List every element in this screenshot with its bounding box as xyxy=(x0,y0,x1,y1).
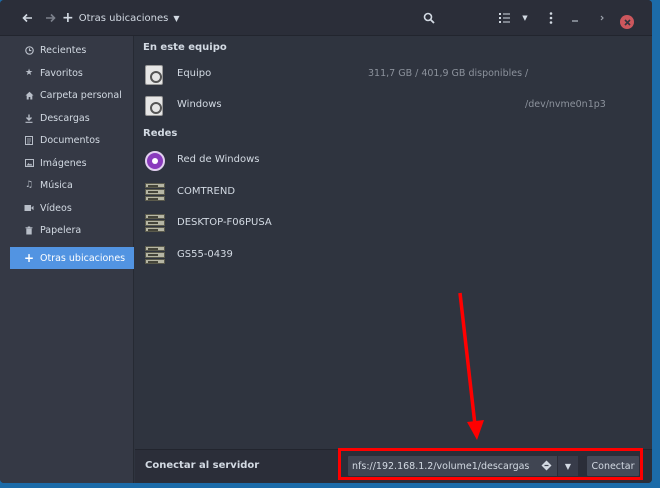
back-icon xyxy=(22,13,32,23)
view-options-icon: ▼ xyxy=(522,14,528,22)
section-title-networks: Redes xyxy=(143,128,178,139)
search-button[interactable] xyxy=(420,8,438,28)
sidebar: Recientes ★ Favoritos Carpeta personal D… xyxy=(0,36,134,483)
close-button[interactable] xyxy=(620,15,634,29)
trash-icon xyxy=(24,226,34,235)
list-item-red-de-windows[interactable]: Red de Windows xyxy=(135,146,652,176)
video-icon xyxy=(24,204,34,212)
file-manager-window: + Otras ubicaciones ▼ ▼ Recientes ★ Favo… xyxy=(0,0,652,483)
menu-icon xyxy=(549,12,553,24)
chevron-down-icon: ▼ xyxy=(173,13,180,23)
sidebar-item-label: Imágenes xyxy=(40,157,87,169)
list-item-windows[interactable]: Windows /dev/nvme0n1p3 xyxy=(135,91,652,121)
forward-icon xyxy=(46,13,56,23)
server-clear-button[interactable] xyxy=(539,458,553,472)
clock-icon xyxy=(24,45,34,55)
list-item-comtrend[interactable]: COMTREND xyxy=(135,178,652,208)
sidebar-item-recientes[interactable]: Recientes xyxy=(10,40,134,60)
server-address-input[interactable] xyxy=(347,455,567,477)
plus-icon: + xyxy=(62,10,74,26)
minimize-button[interactable] xyxy=(568,8,582,28)
sidebar-item-musica[interactable]: ♫ Música xyxy=(10,175,134,195)
menu-button[interactable] xyxy=(544,8,558,28)
connect-to-server-bar: Conectar al servidor ▼ Conectar xyxy=(135,449,652,483)
item-path: /dev/nvme0n1p3 xyxy=(525,99,606,110)
item-name: DESKTOP-F06PUSA xyxy=(177,217,272,228)
location-button[interactable]: + Otras ubicaciones ▼ xyxy=(62,8,180,28)
item-name: Red de Windows xyxy=(177,154,260,165)
sidebar-item-videos[interactable]: Vídeos xyxy=(10,198,134,218)
image-icon xyxy=(24,159,34,167)
maximize-button[interactable] xyxy=(594,8,608,28)
server-icon xyxy=(145,246,165,266)
list-item-equipo[interactable]: Equipo 311,7 GB / 401,9 GB disponibles / xyxy=(135,60,652,90)
sidebar-item-papelera[interactable]: Papelera xyxy=(10,220,134,240)
sidebar-item-carpeta-personal[interactable]: Carpeta personal xyxy=(10,85,134,105)
view-options-button[interactable]: ▼ xyxy=(518,8,532,28)
sidebar-item-label: Música xyxy=(40,179,73,191)
windows-network-icon xyxy=(145,151,165,171)
list-item-gs55[interactable]: GS55-0439 xyxy=(135,241,652,271)
diamond-icon xyxy=(541,460,551,470)
search-icon xyxy=(423,12,435,24)
item-path: / xyxy=(525,68,529,79)
download-icon xyxy=(24,114,34,123)
sidebar-item-label: Otras ubicaciones xyxy=(40,252,126,264)
location-label: Otras ubicaciones xyxy=(78,12,169,24)
item-name: Windows xyxy=(177,99,222,110)
chevron-down-icon: ▼ xyxy=(564,461,572,471)
places-view: En este equipo Equipo 311,7 GB / 401,9 G… xyxy=(135,36,652,448)
drive-icon xyxy=(145,96,165,116)
item-space: 311,7 GB / 401,9 GB disponibles xyxy=(368,68,523,79)
connect-to-server-label: Conectar al servidor xyxy=(145,460,260,471)
server-icon xyxy=(145,183,165,203)
home-icon xyxy=(24,91,34,100)
header-bar: + Otras ubicaciones ▼ ▼ xyxy=(0,0,652,36)
list-view-button[interactable] xyxy=(495,8,513,28)
item-name: GS55-0439 xyxy=(177,249,233,260)
list-view-icon xyxy=(498,13,510,23)
close-icon xyxy=(623,18,631,26)
plus-icon: + xyxy=(23,251,35,265)
sidebar-item-favoritos[interactable]: ★ Favoritos xyxy=(10,63,134,83)
item-name: COMTREND xyxy=(177,186,236,197)
sidebar-item-label: Carpeta personal xyxy=(40,89,122,101)
sidebar-item-label: Vídeos xyxy=(40,202,72,214)
sidebar-item-descargas[interactable]: Descargas xyxy=(10,108,134,128)
sidebar-item-documentos[interactable]: Documentos xyxy=(10,130,134,150)
item-name: Equipo xyxy=(177,68,212,79)
sidebar-item-otras-ubicaciones[interactable]: + Otras ubicaciones xyxy=(10,247,134,269)
drive-icon xyxy=(145,65,165,85)
maximize-icon xyxy=(600,15,604,21)
minimize-icon xyxy=(572,20,578,22)
sidebar-item-label: Documentos xyxy=(40,134,100,146)
section-title-this-computer: En este equipo xyxy=(143,42,227,53)
sidebar-item-label: Recientes xyxy=(40,44,87,56)
server-icon xyxy=(145,214,165,234)
back-button[interactable] xyxy=(20,8,36,28)
sidebar-item-imagenes[interactable]: Imágenes xyxy=(10,153,134,173)
music-icon: ♫ xyxy=(24,180,34,190)
star-icon: ★ xyxy=(24,68,34,78)
document-icon xyxy=(24,135,34,145)
sidebar-item-label: Descargas xyxy=(40,112,90,124)
forward-button[interactable] xyxy=(42,8,58,28)
list-item-desktop[interactable]: DESKTOP-F06PUSA xyxy=(135,209,652,239)
sidebar-item-label: Favoritos xyxy=(40,67,83,79)
server-history-dropdown[interactable]: ▼ xyxy=(557,455,579,477)
sidebar-item-label: Papelera xyxy=(40,224,82,236)
connect-button[interactable]: Conectar xyxy=(586,455,640,477)
